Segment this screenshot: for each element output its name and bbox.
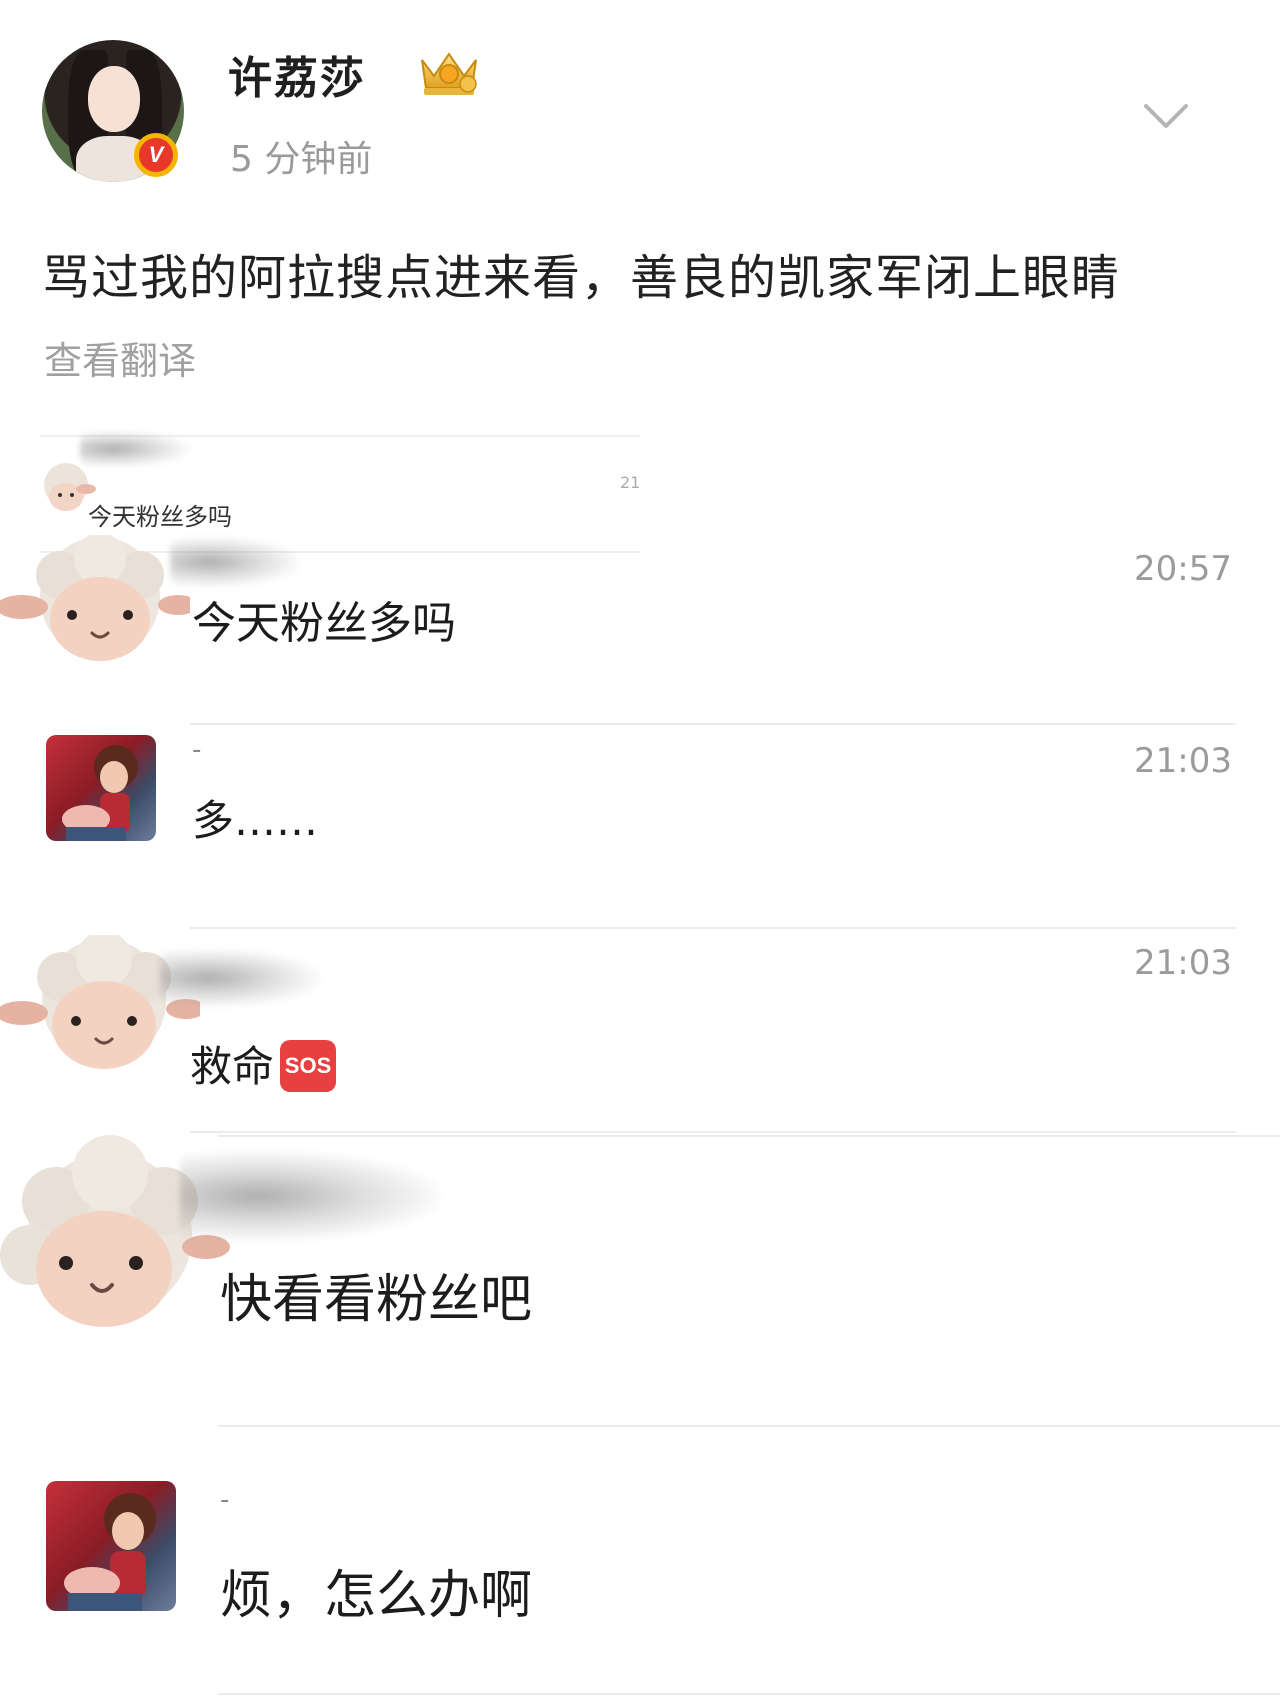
mini-preview-time: 21 xyxy=(620,473,641,492)
message-divider xyxy=(218,1693,1280,1695)
chat-message[interactable]: 21:03 救命 SOS xyxy=(0,935,1280,1135)
mini-preview-text: 今天粉丝多吗 xyxy=(88,503,232,531)
message-text: 多…… xyxy=(192,796,319,845)
message-username: - xyxy=(192,735,202,765)
user-avatar xyxy=(46,1481,176,1611)
message-text: 救命 SOS xyxy=(190,1033,337,1096)
verified-badge: V xyxy=(134,133,178,177)
chat-message[interactable]: 快看看粉丝吧 xyxy=(0,1135,1280,1385)
sos-icon: SOS xyxy=(280,1039,337,1092)
redacted-name xyxy=(80,431,190,467)
message-username: - xyxy=(220,1485,230,1515)
sheep-avatar-icon xyxy=(0,535,190,661)
message-text: 快看看粉丝吧 xyxy=(220,1270,533,1330)
chat-message[interactable]: - 21:03 多…… xyxy=(0,735,1280,935)
chat-message[interactable]: 20:57 今天粉丝多吗 xyxy=(0,535,1280,735)
chat-message[interactable]: - 烦，怎么办啊 xyxy=(0,1481,1280,1706)
message-text-content: 救命 xyxy=(190,1042,275,1091)
message-divider xyxy=(218,1135,1280,1137)
post-time: 5 分钟前 xyxy=(230,139,373,180)
redacted-name xyxy=(170,537,300,587)
message-text: 今天粉丝多吗 xyxy=(192,598,456,649)
message-time: 20:57 xyxy=(1134,549,1232,589)
post-header: V 许荔莎 5 分钟前 xyxy=(0,0,1280,200)
chevron-down-icon[interactable] xyxy=(1140,96,1192,136)
crown-icon xyxy=(421,52,477,95)
message-time: 21:03 xyxy=(1134,943,1232,983)
chat-separator xyxy=(0,1425,1280,1427)
translate-link[interactable]: 查看翻译 xyxy=(44,330,196,385)
message-text: 烦，怎么办啊 xyxy=(220,1566,533,1626)
redacted-name xyxy=(160,949,320,1007)
user-avatar xyxy=(46,735,156,841)
message-divider xyxy=(218,1425,1280,1427)
chat-screenshot[interactable]: 今天粉丝多吗 21 20:57 今天粉丝多吗 - 21:03 多…… 21:03… xyxy=(0,425,1280,1706)
post-text: 骂过我的阿拉搜点进来看，善良的凯家军闭上眼睛 xyxy=(42,250,1121,306)
message-divider xyxy=(190,723,1236,725)
author-name[interactable]: 许荔莎 xyxy=(228,42,366,106)
message-divider xyxy=(190,927,1236,929)
message-time: 21:03 xyxy=(1134,741,1232,781)
redacted-name xyxy=(180,1151,440,1241)
message-divider xyxy=(190,1131,1236,1133)
